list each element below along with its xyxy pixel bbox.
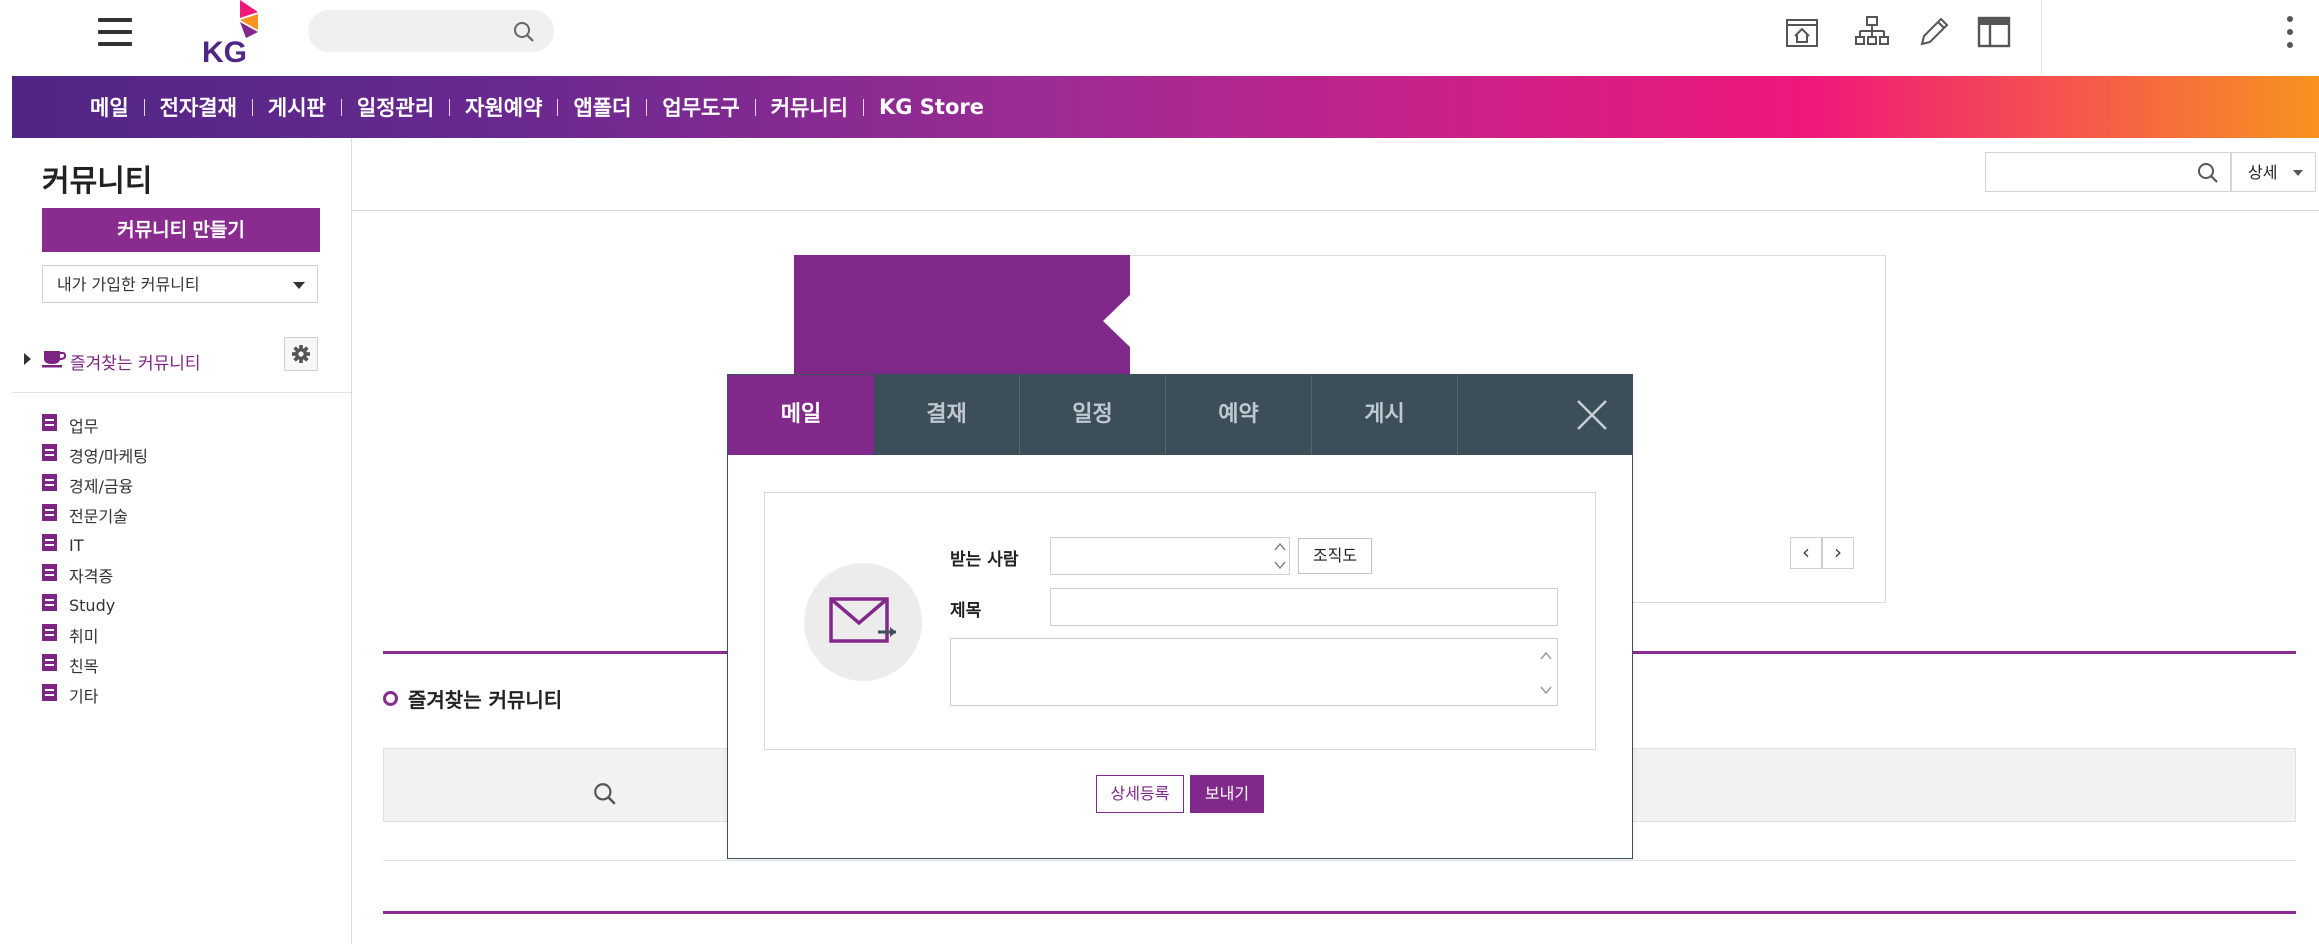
nav-reservation[interactable]: 자원예약 <box>465 92 573 122</box>
select-value: 내가 가입한 커뮤니티 <box>57 275 200 294</box>
recipient-label: 받는 사람 <box>950 550 1019 570</box>
chevron-down-icon <box>2293 170 2303 176</box>
subject-input[interactable] <box>1050 588 1558 626</box>
list-divider <box>383 860 2296 861</box>
book-icon <box>42 563 57 581</box>
book-icon <box>42 533 57 551</box>
nav-schedule[interactable]: 일정관리 <box>357 92 465 122</box>
category-item[interactable]: 경영/마케팅 <box>42 440 148 470</box>
pager-next-button[interactable]: › <box>1822 537 1854 569</box>
gear-icon <box>292 345 310 363</box>
search-icon[interactable] <box>592 781 618 807</box>
settings-button[interactable] <box>284 337 318 371</box>
category-item[interactable]: 전문기술 <box>42 500 148 530</box>
search-icon[interactable] <box>2196 161 2220 185</box>
more-menu-icon[interactable] <box>2286 16 2294 52</box>
scrollbar-arrows-icon[interactable] <box>1539 645 1553 701</box>
mail-form: 받는 사람 조직도 제목 <box>764 492 1596 750</box>
logo-text: KG <box>202 36 247 66</box>
kg-logo[interactable]: KG <box>200 0 270 69</box>
category-list: 업무 경영/마케팅 경제/금융 전문기술 IT 자격증 Study 취미 친목 … <box>42 410 148 710</box>
sidebar-divider <box>12 392 351 393</box>
banner-header <box>794 255 1130 375</box>
tab-approval[interactable]: 결재 <box>874 375 1020 455</box>
global-search-input[interactable] <box>308 10 554 52</box>
book-icon <box>42 473 57 491</box>
stepper-icon[interactable] <box>1273 540 1287 572</box>
book-icon <box>42 443 57 461</box>
nav-kg-store[interactable]: KG Store <box>879 95 984 119</box>
category-item[interactable]: 친목 <box>42 650 148 680</box>
layout-icon[interactable] <box>1976 14 2012 50</box>
nav-approval[interactable]: 전자결재 <box>160 92 268 122</box>
nav-work-tools[interactable]: 업무도구 <box>662 92 770 122</box>
book-icon <box>42 653 57 671</box>
category-item[interactable]: 기타 <box>42 680 148 710</box>
favorites-section-title: 즐겨찾는 커뮤니티 <box>383 684 562 713</box>
detail-select-label: 상세 <box>2248 163 2278 182</box>
create-community-button[interactable]: 커뮤니티 만들기 <box>42 208 320 252</box>
banner-notch <box>1103 294 1131 348</box>
book-icon <box>42 413 57 431</box>
nav-mail[interactable]: 메일 <box>90 92 160 122</box>
chevron-down-icon <box>293 282 305 289</box>
top-bar: KG <box>0 0 2319 76</box>
message-textarea[interactable] <box>950 638 1558 706</box>
pencil-icon[interactable] <box>1916 14 1952 50</box>
search-icon[interactable] <box>512 20 536 44</box>
category-item[interactable]: 경제/금융 <box>42 470 148 500</box>
nav-community[interactable]: 커뮤니티 <box>771 92 879 122</box>
book-icon <box>42 593 57 611</box>
menu-icon[interactable] <box>98 18 132 46</box>
home-icon[interactable] <box>1784 14 1820 50</box>
nav-board[interactable]: 게시판 <box>268 92 357 122</box>
pager-prev-button[interactable]: ‹ <box>1790 537 1822 569</box>
category-item[interactable]: 업무 <box>42 410 148 440</box>
org-chart-button[interactable]: 조직도 <box>1298 538 1372 574</box>
send-button[interactable]: 보내기 <box>1190 775 1264 813</box>
bottom-divider <box>383 911 2296 914</box>
sidebar-title: 커뮤니티 <box>42 164 153 199</box>
category-item[interactable]: 자격증 <box>42 560 148 590</box>
tab-schedule[interactable]: 일정 <box>1020 375 1166 455</box>
favorites-label[interactable]: 즐겨찾는 커뮤니티 <box>70 349 201 374</box>
global-nav: 메일 전자결재 게시판 일정관리 자원예약 앱폴더 업무도구 커뮤니티 KG S… <box>12 76 2319 138</box>
detail-register-button[interactable]: 상세등록 <box>1096 775 1184 813</box>
book-icon <box>42 623 57 641</box>
org-chart-icon[interactable] <box>1854 14 1890 50</box>
bullet-ring-icon <box>383 691 398 706</box>
my-community-select[interactable]: 내가 가입한 커뮤니티 <box>42 265 318 303</box>
tab-board[interactable]: 게시 <box>1312 375 1458 455</box>
search-detail-select[interactable]: 상세 <box>2231 152 2316 192</box>
main-toolbar: 상세 <box>352 138 2319 211</box>
mail-send-icon <box>804 563 922 681</box>
category-item[interactable]: 취미 <box>42 620 148 650</box>
quick-write-popup: 메일 결재 일정 예약 게시 받는 사람 조직도 제목 상세등록 보내기 <box>727 374 1633 859</box>
category-item[interactable]: IT <box>42 530 148 560</box>
category-item[interactable]: Study <box>42 590 148 620</box>
book-icon <box>42 683 57 701</box>
subject-label: 제목 <box>950 601 982 621</box>
nav-app-folder[interactable]: 앱폴더 <box>573 92 662 122</box>
coffee-cup-icon <box>42 351 66 368</box>
community-search-input[interactable] <box>1985 152 2231 192</box>
book-icon <box>42 503 57 521</box>
top-divider <box>2041 0 2042 74</box>
close-icon[interactable] <box>1574 397 1610 433</box>
popup-tabs: 메일 결재 일정 예약 게시 <box>728 375 1632 455</box>
sidebar: 커뮤니티 커뮤니티 만들기 내가 가입한 커뮤니티 즐겨찾는 커뮤니티 업무 경… <box>12 138 352 944</box>
recipient-input[interactable] <box>1050 537 1290 575</box>
tab-mail[interactable]: 메일 <box>728 375 874 455</box>
tab-reservation[interactable]: 예약 <box>1166 375 1312 455</box>
expand-arrow-icon[interactable] <box>24 353 31 365</box>
